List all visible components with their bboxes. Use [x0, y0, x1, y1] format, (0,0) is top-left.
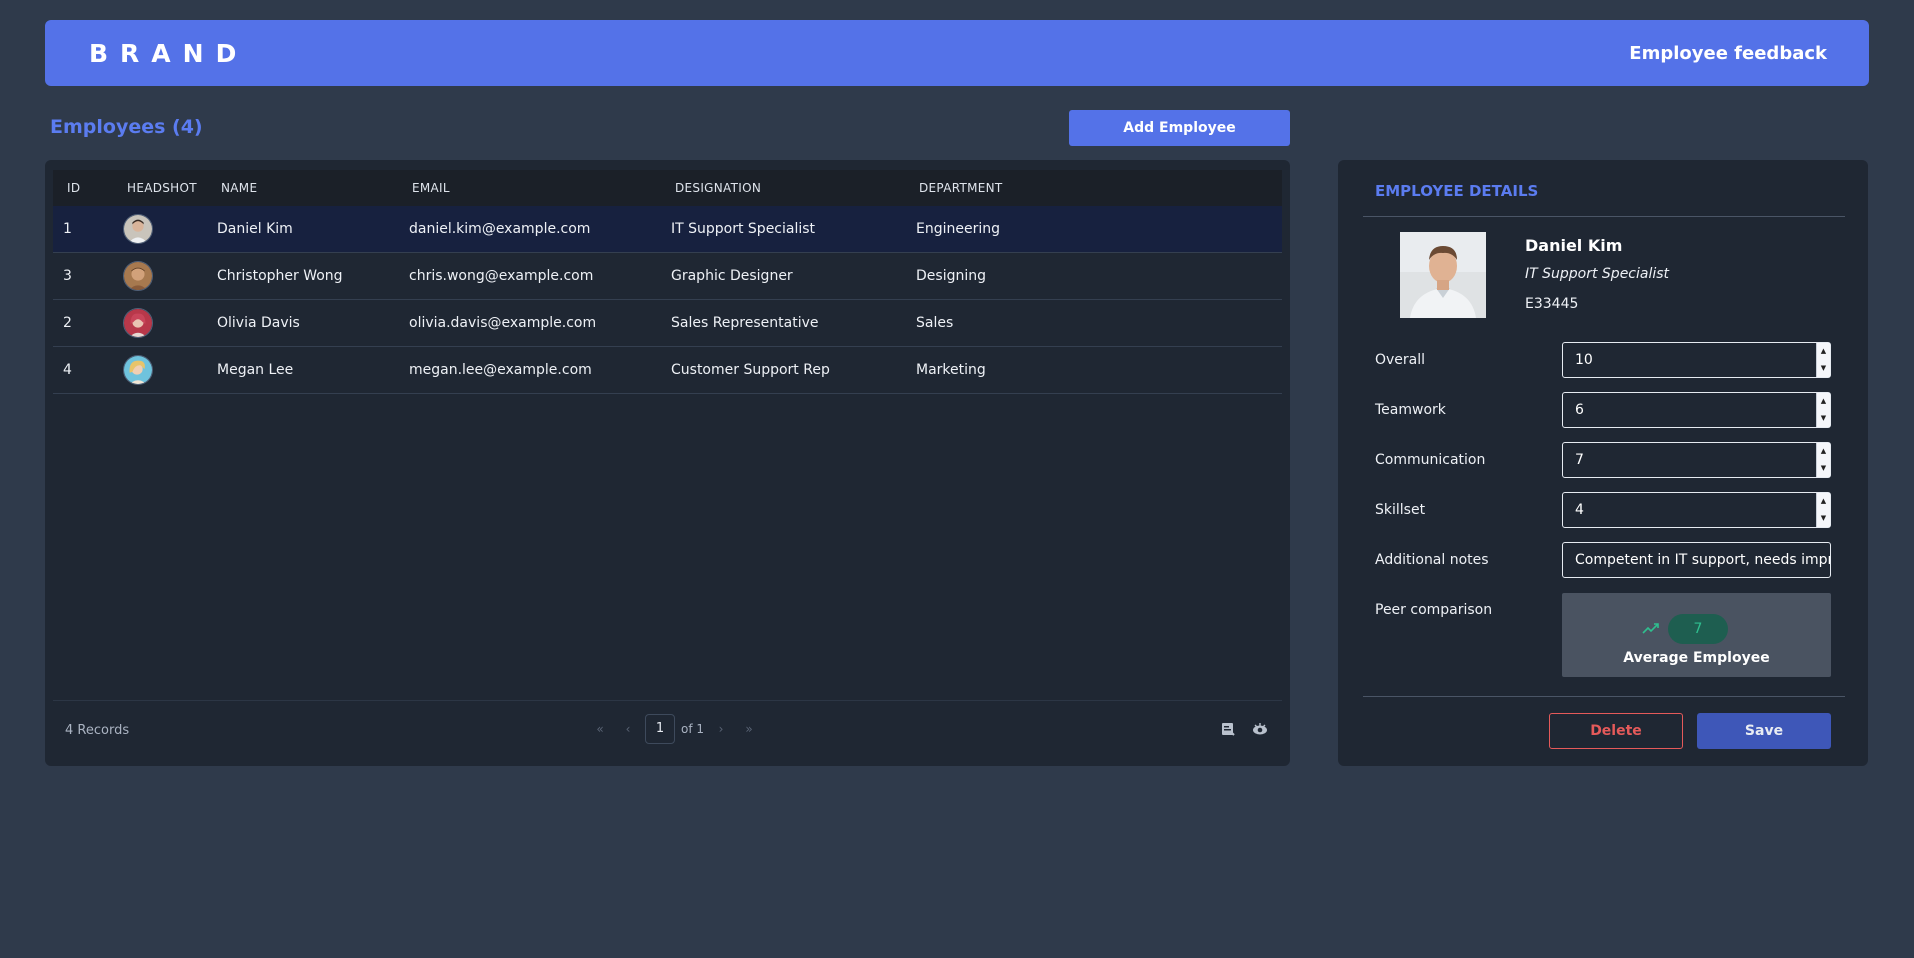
first-page-icon[interactable]: « — [589, 722, 611, 736]
cell-designation: Graphic Designer — [671, 268, 793, 284]
teamwork-input[interactable]: 6 ▲ ▼ — [1562, 392, 1831, 428]
cell-name: Daniel Kim — [217, 221, 293, 237]
table-row[interactable]: 4 Megan Lee megan.lee@example.com Custom… — [53, 347, 1282, 394]
overall-value: 10 — [1575, 352, 1593, 368]
delete-button[interactable]: Delete — [1549, 713, 1683, 749]
export-icon[interactable] — [1220, 721, 1236, 737]
column-header-department[interactable]: DEPARTMENT — [919, 181, 1003, 195]
avatar — [123, 308, 153, 338]
column-header-designation[interactable]: DESIGNATION — [675, 181, 761, 195]
cell-name: Christopher Wong — [217, 268, 343, 284]
cell-name: Olivia Davis — [217, 315, 300, 331]
stepper-down-icon[interactable]: ▼ — [1821, 465, 1826, 472]
avatar — [123, 261, 153, 291]
employee-role: IT Support Specialist — [1525, 266, 1670, 282]
page-number-input[interactable]: 1 — [645, 714, 675, 744]
cell-name: Megan Lee — [217, 362, 294, 378]
save-button[interactable]: Save — [1697, 713, 1831, 749]
table-header: ID HEADSHOT NAME EMAIL DESIGNATION DEPAR… — [53, 170, 1282, 206]
cell-designation: Customer Support Rep — [671, 362, 830, 378]
cell-department: Sales — [916, 315, 954, 331]
overall-input[interactable]: 10 ▲ ▼ — [1562, 342, 1831, 378]
cell-department: Engineering — [916, 221, 1000, 237]
visibility-icon[interactable] — [1252, 721, 1268, 737]
last-page-icon[interactable]: » — [738, 722, 760, 736]
communication-input[interactable]: 7 ▲ ▼ — [1562, 442, 1831, 478]
table-row[interactable]: 2 Olivia Davis olivia.davis@example.com … — [53, 300, 1282, 347]
app-title: Employee feedback — [1629, 42, 1827, 64]
avatar — [123, 214, 153, 244]
stepper-down-icon[interactable]: ▼ — [1821, 515, 1826, 522]
avatar — [123, 355, 153, 385]
next-page-icon[interactable]: › — [710, 722, 732, 736]
notes-input[interactable]: Competent in IT support, needs improveme… — [1562, 542, 1831, 578]
table-row[interactable]: 1 Daniel Kim daniel.kim@example.com IT S… — [53, 206, 1282, 253]
employee-table: ID HEADSHOT NAME EMAIL DESIGNATION DEPAR… — [45, 160, 1290, 766]
employee-details-panel: EMPLOYEE DETAILS Daniel Kim IT Support S… — [1338, 160, 1868, 766]
records-count: 4 Records — [65, 723, 130, 738]
details-title: EMPLOYEE DETAILS — [1375, 182, 1539, 200]
stepper-up-icon[interactable]: ▲ — [1821, 348, 1826, 355]
communication-label: Communication — [1375, 452, 1486, 468]
peer-comparison-label: Peer comparison — [1375, 602, 1493, 618]
brand-logo: BRAND — [89, 38, 249, 68]
stepper-down-icon[interactable]: ▼ — [1821, 365, 1826, 372]
peer-score-badge: 7 — [1668, 614, 1728, 644]
teamwork-stepper[interactable]: ▲ ▼ — [1816, 393, 1830, 427]
teamwork-label: Teamwork — [1375, 402, 1446, 418]
skillset-value: 4 — [1575, 502, 1584, 518]
communication-stepper[interactable]: ▲ ▼ — [1816, 443, 1830, 477]
employee-photo — [1400, 232, 1486, 318]
employee-code: E33445 — [1525, 296, 1579, 312]
top-bar: BRAND Employee feedback — [45, 20, 1869, 86]
divider — [1363, 696, 1845, 697]
teamwork-value: 6 — [1575, 402, 1584, 418]
pagination: « ‹ 1 of 1 › » — [589, 714, 760, 744]
notes-label: Additional notes — [1375, 552, 1489, 568]
add-employee-button[interactable]: Add Employee — [1069, 110, 1290, 146]
skillset-stepper[interactable]: ▲ ▼ — [1816, 493, 1830, 527]
cell-id: 4 — [63, 362, 72, 378]
column-header-email[interactable]: EMAIL — [412, 181, 450, 195]
stepper-up-icon[interactable]: ▲ — [1821, 498, 1826, 505]
communication-value: 7 — [1575, 452, 1584, 468]
cell-department: Designing — [916, 268, 986, 284]
overall-label: Overall — [1375, 352, 1426, 368]
peer-comparison-card: 7 Average Employee — [1562, 593, 1831, 677]
employees-heading: Employees (4) — [50, 116, 203, 138]
peer-comparison-caption: Average Employee — [1623, 650, 1770, 666]
page-total: of 1 — [681, 722, 705, 736]
cell-designation: IT Support Specialist — [671, 221, 816, 237]
divider — [1363, 216, 1845, 217]
stepper-up-icon[interactable]: ▲ — [1821, 448, 1826, 455]
column-header-id[interactable]: ID — [67, 181, 80, 195]
stepper-down-icon[interactable]: ▼ — [1821, 415, 1826, 422]
table-footer: 4 Records « ‹ 1 of 1 › » — [53, 700, 1282, 760]
cell-designation: Sales Representative — [671, 315, 819, 331]
cell-department: Marketing — [916, 362, 986, 378]
prev-page-icon[interactable]: ‹ — [617, 722, 639, 736]
cell-email: megan.lee@example.com — [409, 362, 592, 378]
stepper-up-icon[interactable]: ▲ — [1821, 398, 1826, 405]
employee-name: Daniel Kim — [1525, 236, 1623, 255]
cell-email: daniel.kim@example.com — [409, 221, 591, 237]
trending-up-icon — [1642, 623, 1659, 634]
cell-id: 3 — [63, 268, 72, 284]
column-header-headshot[interactable]: HEADSHOT — [127, 181, 197, 195]
skillset-label: Skillset — [1375, 502, 1426, 518]
table-row[interactable]: 3 Christopher Wong chris.wong@example.co… — [53, 253, 1282, 300]
table-tools — [1220, 721, 1268, 737]
cell-email: olivia.davis@example.com — [409, 315, 597, 331]
cell-id: 2 — [63, 315, 72, 331]
column-header-name[interactable]: NAME — [221, 181, 257, 195]
cell-email: chris.wong@example.com — [409, 268, 594, 284]
cell-id: 1 — [63, 221, 72, 237]
overall-stepper[interactable]: ▲ ▼ — [1816, 343, 1830, 377]
skillset-input[interactable]: 4 ▲ ▼ — [1562, 492, 1831, 528]
